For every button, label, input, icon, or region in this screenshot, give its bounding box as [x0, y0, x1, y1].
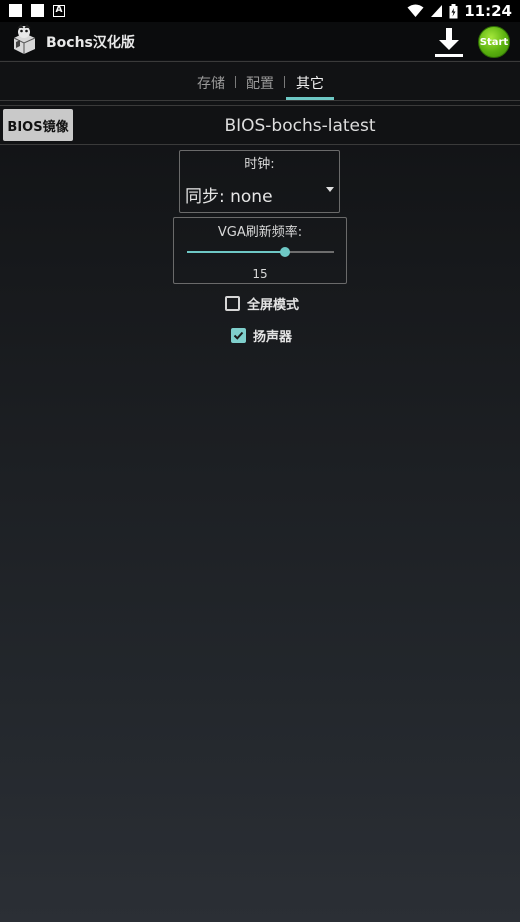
clock-sync-dropdown[interactable]: 时钟: 同步: none	[179, 150, 340, 213]
download-icon[interactable]	[432, 25, 466, 59]
a-notification-icon: A	[53, 4, 65, 17]
tab-storage[interactable]: 存储	[197, 73, 225, 93]
vga-refresh-value: 15	[252, 267, 268, 281]
notification-square-icon	[9, 4, 22, 17]
speaker-label: 扬声器	[253, 330, 293, 345]
fullscreen-option[interactable]: 全屏模式	[225, 294, 299, 313]
bios-row: BIOS镜像 BIOS-bochs-latest	[0, 105, 520, 145]
status-time: 11:24	[464, 2, 512, 20]
bochs-logo-icon	[13, 24, 36, 54]
bios-image-name: BIOS-bochs-latest	[224, 116, 376, 136]
bios-image-button[interactable]: BIOS镜像	[3, 109, 73, 141]
signal-icon	[431, 5, 443, 17]
app-bar: Bochs汉化版 Start	[0, 22, 520, 60]
speaker-option[interactable]: 扬声器	[231, 326, 292, 345]
speaker-checkbox[interactable]	[231, 328, 246, 343]
vga-refresh-slider[interactable]	[187, 247, 334, 257]
active-tab-indicator	[286, 97, 334, 100]
vga-refresh-panel: VGA刷新频率: 15	[173, 217, 347, 284]
fullscreen-checkbox[interactable]	[225, 296, 240, 311]
clock-selected-value: 同步: none	[185, 187, 273, 207]
tab-other[interactable]: 其它	[296, 73, 324, 93]
slider-thumb[interactable]	[280, 247, 291, 257]
status-notifications: A	[9, 4, 65, 17]
tab-config[interactable]: 配置	[246, 73, 274, 93]
tab-bar: 存储 配置 其它	[0, 61, 520, 101]
status-bar: A 11:24	[0, 0, 520, 22]
clock-label: 时钟:	[244, 157, 275, 172]
vga-refresh-label: VGA刷新频率:	[217, 225, 303, 240]
status-system-icons: 11:24	[407, 2, 512, 20]
checkmark-icon	[233, 331, 244, 340]
notification-square-icon	[31, 4, 44, 17]
fullscreen-label: 全屏模式	[247, 298, 300, 313]
app-title: Bochs汉化版	[46, 35, 135, 51]
start-button[interactable]: Start	[478, 26, 510, 58]
wifi-icon	[407, 4, 424, 17]
battery-icon	[449, 3, 458, 18]
tab-divider	[235, 76, 236, 88]
slider-fill	[187, 251, 286, 253]
tab-divider	[284, 76, 285, 88]
dropdown-arrow-icon	[326, 187, 334, 192]
start-button-label: Start	[479, 36, 509, 48]
